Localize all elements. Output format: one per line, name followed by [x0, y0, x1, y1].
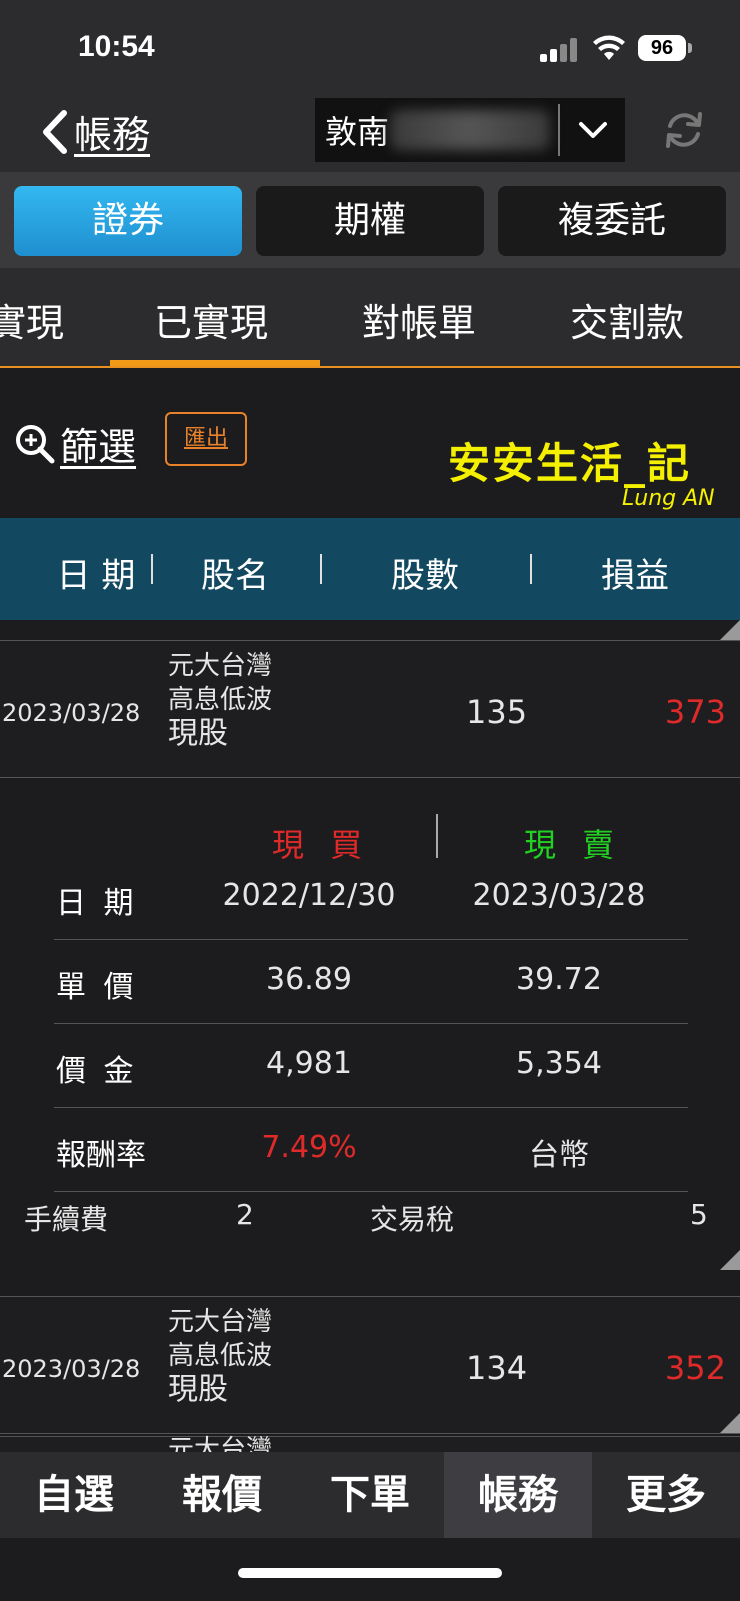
export-button[interactable]: 匯出: [165, 412, 247, 466]
row-detail-panel: 現 買 現 賣 日 期 2022/12/30 2023/03/28 單 價 36…: [0, 780, 740, 1280]
watermark-title: 安安生活_記: [448, 439, 692, 488]
table-header: 日 期 股名 股數 損益: [0, 518, 740, 620]
tab-settlement[interactable]: 交割款: [570, 292, 684, 347]
account-divider: [558, 104, 560, 156]
nav-more[interactable]: 更多: [592, 1452, 740, 1538]
status-bar: 10:54 96: [0, 0, 740, 92]
back-label: 帳務: [74, 113, 151, 157]
battery-indicator: 96: [638, 35, 692, 61]
column-divider: [151, 554, 153, 584]
detail-row-amount: 價 金 4,981 5,354: [54, 1024, 688, 1108]
detail-buy-value: 36.89: [266, 962, 352, 997]
table-row[interactable]: 2023/03/28 元大台灣 高息低波 現股 135 373: [0, 640, 740, 778]
detail-currency-value: 台幣: [529, 1138, 589, 1173]
expand-corner-icon: [720, 620, 740, 640]
detail-tax-value: 5: [690, 1198, 708, 1231]
row-trade-type: 現股: [168, 1372, 228, 1407]
column-header-quantity[interactable]: 股數: [360, 548, 490, 597]
segment-sub-brokerage[interactable]: 複委託: [498, 186, 726, 256]
nav-account[interactable]: 帳務: [444, 1452, 592, 1538]
tab-statement[interactable]: 對帳單: [362, 292, 476, 347]
detail-return-rate-value: 7.49%: [261, 1130, 357, 1165]
cellular-signal-icon: [540, 38, 580, 62]
detail-sell-value: 39.72: [516, 962, 602, 997]
row-date: 2023/03/28: [2, 699, 141, 727]
nav-quotes[interactable]: 報價: [148, 1452, 296, 1538]
detail-row-date: 日 期 2022/12/30 2023/03/28: [54, 856, 688, 940]
row-stock-name: 元大台灣 高息低波 現股: [168, 649, 272, 751]
home-indicator-area: [0, 1538, 740, 1601]
row-stock-name: 元大台灣: [168, 1435, 273, 1452]
table-row[interactable]: 元大台灣: [0, 1435, 740, 1452]
watermark-subtitle: Lung AN: [622, 486, 715, 511]
detail-fee-label: 手續費: [24, 1203, 109, 1236]
nav-watchlist[interactable]: 自選: [0, 1452, 148, 1538]
row-profit-loss: 373: [664, 693, 726, 731]
detail-row-unit-price: 單 價 36.89 39.72: [54, 940, 688, 1024]
filter-button[interactable]: 篩選: [14, 416, 136, 471]
back-button[interactable]: 帳務: [38, 104, 150, 159]
row-stock-name-line: 高息低波: [168, 685, 273, 715]
row-stock-name-line: 高息低波: [168, 1341, 273, 1371]
table-row[interactable]: 2023/03/28 元大台灣 高息低波 現股 134 352: [0, 1296, 740, 1434]
detail-label: 報酬率: [56, 1138, 146, 1173]
column-header-date[interactable]: 日 期: [40, 548, 152, 597]
market-segment-bar: 證券 期權 複委託: [0, 172, 740, 268]
detail-buy-value: 2022/12/30: [222, 878, 396, 913]
column-header-profit-loss[interactable]: 損益: [570, 548, 700, 597]
chevron-down-icon: [579, 122, 607, 138]
detail-tax-label: 交易稅: [370, 1203, 455, 1236]
detail-label: 價 金: [56, 1054, 138, 1089]
tab-realized[interactable]: 已實現: [154, 292, 268, 347]
row-trade-type: 現股: [168, 716, 228, 751]
status-time: 10:54: [78, 30, 155, 63]
filter-bar: 篩選 匯出 安安生活_記 Lung AN: [0, 370, 740, 518]
tab-bar: 實現 已實現 對帳單 交割款: [0, 268, 740, 368]
row-stock-name-line: 元大台灣: [168, 1307, 273, 1337]
row-stock-name-line: 元大台灣: [168, 651, 273, 681]
filter-label: 篩選: [60, 425, 137, 469]
detail-buy-value: 4,981: [266, 1046, 352, 1081]
detail-fee-value: 2: [236, 1198, 254, 1231]
nav-order[interactable]: 下單: [296, 1452, 444, 1538]
column-header-stock-name[interactable]: 股名: [170, 548, 300, 597]
row-date: 2023/03/28: [2, 1355, 141, 1383]
detail-sell-value: 2023/03/28: [472, 878, 646, 913]
chevron-left-icon: [43, 109, 67, 154]
account-dropdown-button[interactable]: [561, 98, 625, 162]
row-quantity: 135: [466, 693, 528, 731]
segment-securities[interactable]: 證券: [14, 186, 242, 256]
realized-list: 2023/03/28 元大台灣 高息低波 現股 135 373 現 買 現 賣 …: [0, 620, 740, 1452]
expand-corner-icon: [720, 1413, 740, 1433]
bottom-nav: 自選 報價 下單 帳務 更多: [0, 1452, 740, 1538]
expand-corner-icon: [720, 1250, 740, 1270]
detail-row-return-rate: 報酬率 7.49% 台幣: [54, 1108, 688, 1192]
column-divider: [320, 554, 322, 584]
tab-unrealized[interactable]: 實現: [0, 292, 64, 347]
detail-sell-value: 5,354: [516, 1046, 602, 1081]
row-stock-name: 元大台灣 高息低波 現股: [168, 1305, 272, 1407]
refresh-icon[interactable]: [660, 106, 708, 154]
account-name: 敦南: [325, 113, 390, 151]
nav-bar: 帳務 敦南: [0, 92, 740, 172]
tab-active-indicator: [110, 360, 320, 366]
column-divider: [530, 554, 532, 584]
wifi-icon: [593, 35, 625, 60]
zoom-in-icon: [16, 424, 55, 463]
detail-label: 單 價: [56, 970, 138, 1005]
account-selector[interactable]: 敦南: [315, 98, 625, 162]
segment-futures-options[interactable]: 期權: [256, 186, 484, 256]
home-indicator[interactable]: [238, 1568, 502, 1578]
detail-label: 日 期: [56, 886, 138, 921]
account-number-redacted: [390, 110, 550, 150]
row-profit-loss: 352: [664, 1349, 726, 1387]
row-quantity: 134: [466, 1349, 528, 1387]
detail-header-divider: [436, 814, 438, 858]
